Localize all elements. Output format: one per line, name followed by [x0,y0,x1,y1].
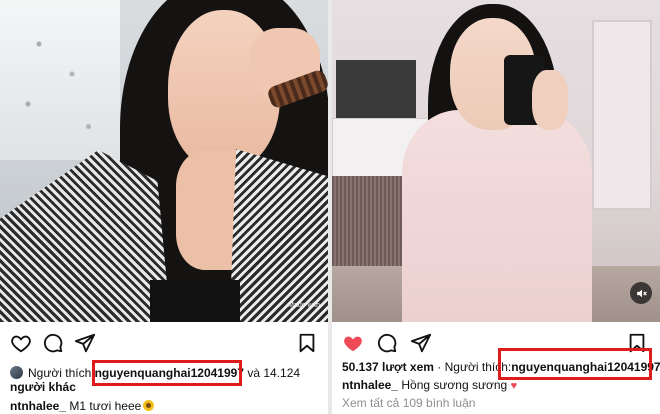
mute-icon[interactable] [630,282,652,304]
photo-door [592,20,652,210]
photo-shelf [336,60,416,120]
heart-emoji-icon: ♥ [510,380,518,392]
caption-username[interactable]: ntnhalee_ [10,399,66,413]
right-post-video[interactable] [332,0,660,322]
right-caption: ntnhalee_ Hồng sương sương ♥ [342,378,517,392]
left-action-bar [0,328,328,358]
right-instagram-post: 50.137 lượt xem · Người thích:nguyenquan… [332,0,660,414]
share-icon[interactable] [410,332,432,354]
left-likes-others[interactable]: người khác [10,380,76,394]
photo-subject-top [150,280,240,322]
caption-username[interactable]: ntnhalee_ [342,378,398,392]
view-count[interactable]: 50.137 lượt xem [342,360,434,374]
bookmark-icon[interactable] [296,332,318,354]
comment-icon[interactable] [376,332,398,354]
highlight-box-right [498,348,652,380]
left-post-photo[interactable]: Made with [0,0,328,322]
photo-decor-branch [6,14,116,164]
photo-subject-hand [532,70,568,130]
heart-filled-icon[interactable] [342,332,364,354]
photo-subject-robe [402,110,592,322]
left-instagram-post: Made with Người thích:nguyenquanghai1204… [0,0,328,414]
likes-suffix: và 14.124 [247,366,301,380]
caption-text: Hồng sương sương [401,378,508,392]
share-icon[interactable] [74,332,96,354]
sunflower-emoji-icon [143,400,155,411]
heart-outline-icon[interactable] [10,332,32,354]
left-caption: ntnhalee_ M1 tươi heee [10,399,155,413]
view-all-comments-link[interactable]: Xem tất cả 109 bình luận [342,396,475,410]
highlight-box-left [92,360,242,386]
photo-watermark: Made with [288,302,320,309]
likes-prefix: Người thích: [28,366,95,380]
caption-text: M1 tươi heee [69,399,142,413]
liker-avatar[interactable] [10,366,23,379]
comment-icon[interactable] [42,332,64,354]
